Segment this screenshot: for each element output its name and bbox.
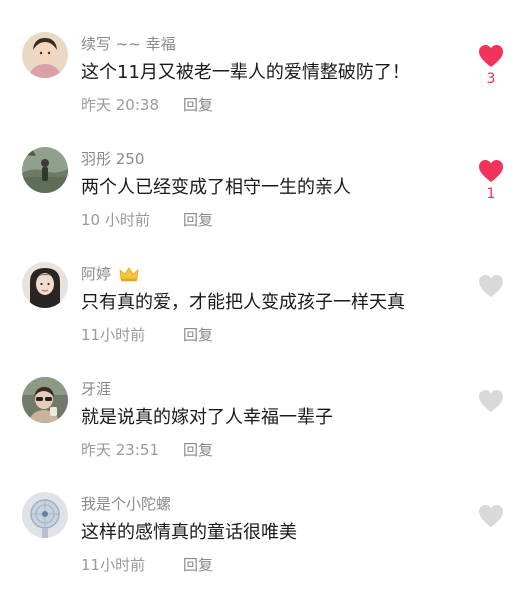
reply-button[interactable]: 回复	[183, 326, 213, 344]
reply-button[interactable]: 回复	[183, 556, 213, 574]
username[interactable]: 我是个小陀螺	[81, 494, 171, 514]
comment-item: 羽彤 250 两个人已经变成了相守一生的亲人 10 小时前 回复 1	[0, 115, 524, 229]
like-button[interactable]	[476, 274, 506, 301]
comment-meta: 11小时前 回复	[81, 325, 213, 345]
comment-list: 续写 ~~ 幸福 这个11月又被老一辈人的爱情整破防了！ 昨天 20:38 回复 …	[0, 0, 524, 597]
comment-meta: 10 小时前 回复	[81, 210, 213, 230]
username-text: 阿婷	[81, 265, 112, 283]
comment-item: 牙涯 就是说真的嫁对了人幸福一辈子 昨天 23:51 回复	[0, 345, 524, 459]
comment-item: 阿婷 只有真的爱，才能把人变成孩子一样天真 11小时前 回复	[0, 230, 524, 344]
comment-text: 两个人已经变成了相守一生的亲人	[81, 177, 351, 198]
username-text: 羽彤 250	[81, 150, 145, 168]
comment-text: 只有真的爱，才能把人变成孩子一样天真	[81, 292, 405, 313]
comment-text: 这样的感情真的童话很唯美	[81, 522, 297, 543]
comment-time: 11小时前	[81, 556, 146, 574]
comment-time: 昨天 20:38	[81, 96, 159, 114]
username-text: 我是个小陀螺	[81, 495, 172, 513]
username-text: 续写 ~~ 幸福	[81, 35, 176, 53]
comment-meta: 昨天 20:38 回复	[81, 95, 213, 115]
comment-item: 续写 ~~ 幸福 这个11月又被老一辈人的爱情整破防了！ 昨天 20:38 回复 …	[0, 0, 524, 114]
reply-button[interactable]: 回复	[183, 441, 213, 459]
comment-time: 10 小时前	[81, 211, 150, 229]
comment-meta: 昨天 23:51 回复	[81, 440, 213, 460]
avatar[interactable]	[22, 32, 68, 78]
like-count: 3	[486, 71, 496, 87]
username[interactable]: 牙涯	[81, 379, 111, 399]
reply-button[interactable]: 回复	[183, 211, 213, 229]
like-button[interactable]: 3	[476, 44, 506, 87]
avatar[interactable]	[22, 262, 68, 308]
username[interactable]: 续写 ~~ 幸福	[81, 34, 176, 54]
heart-icon	[479, 390, 503, 412]
avatar[interactable]	[22, 492, 68, 538]
comment-time: 11小时前	[81, 326, 146, 344]
like-button[interactable]	[476, 504, 506, 531]
username-text: 牙涯	[81, 380, 112, 398]
avatar[interactable]	[22, 147, 68, 193]
heart-icon	[479, 505, 503, 527]
like-button[interactable]: 1	[476, 159, 506, 202]
comment-item: 我是个小陀螺 这样的感情真的童话很唯美 11小时前 回复	[0, 460, 524, 574]
reply-button[interactable]: 回复	[183, 96, 213, 114]
heart-icon	[479, 160, 503, 182]
heart-icon	[479, 45, 503, 67]
comment-time: 昨天 23:51	[81, 441, 159, 459]
comment-text: 就是说真的嫁对了人幸福一辈子	[81, 407, 333, 428]
username[interactable]: 阿婷	[81, 264, 139, 284]
heart-icon	[479, 275, 503, 297]
like-count: 1	[486, 186, 496, 202]
comment-text: 这个11月又被老一辈人的爱情整破防了！	[81, 62, 410, 83]
comment-meta: 11小时前 回复	[81, 555, 213, 575]
username[interactable]: 羽彤 250	[81, 149, 144, 169]
crown-icon	[119, 267, 139, 282]
avatar[interactable]	[22, 377, 68, 423]
like-button[interactable]	[476, 389, 506, 416]
